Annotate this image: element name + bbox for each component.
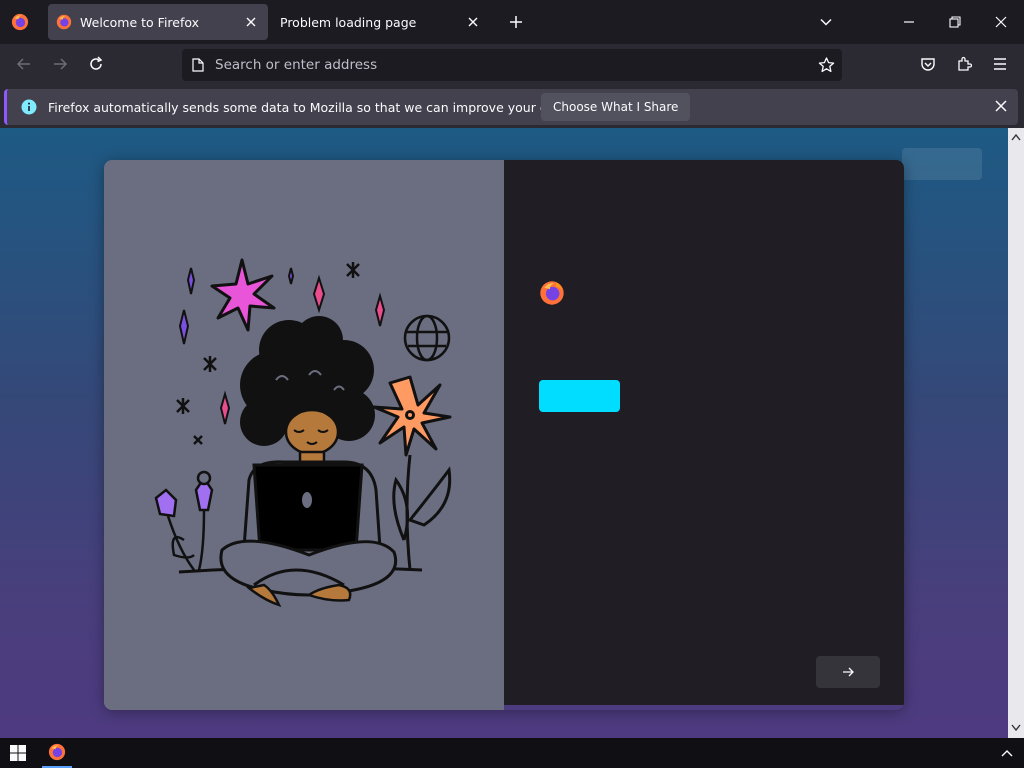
page-content [0, 128, 1008, 738]
new-tab-button[interactable] [502, 8, 530, 36]
primary-action-button[interactable] [539, 380, 620, 412]
extensions-button[interactable] [950, 50, 978, 78]
notification-message: Firefox automatically sends some data to… [48, 100, 614, 115]
page-icon [192, 58, 204, 72]
forward-arrow-icon [54, 58, 68, 70]
reload-button[interactable] [82, 50, 110, 78]
reload-icon [90, 56, 103, 70]
list-all-tabs-button[interactable] [812, 8, 840, 36]
taskbar-firefox[interactable] [42, 738, 72, 768]
address-input[interactable]: Search or enter address [215, 57, 377, 73]
close-icon[interactable] [466, 15, 480, 29]
back-button[interactable] [10, 50, 38, 78]
app-menu-button[interactable] [986, 50, 1014, 78]
next-button[interactable] [816, 656, 880, 688]
close-window-button[interactable] [984, 6, 1018, 38]
pocket-icon [921, 57, 935, 71]
chevron-up-icon[interactable] [1011, 133, 1021, 141]
hamburger-menu-icon [994, 58, 1006, 70]
chevron-up-icon [1001, 750, 1013, 757]
extensions-icon [958, 56, 972, 71]
onboarding-card [104, 160, 904, 710]
top-right-placeholder-button[interactable] [902, 148, 982, 180]
back-arrow-icon [16, 58, 30, 70]
close-icon[interactable] [995, 100, 1007, 112]
plus-icon [510, 16, 522, 28]
windows-start-icon [10, 745, 26, 761]
illustration-panel [104, 160, 504, 710]
restore-button[interactable] [938, 6, 972, 38]
minimize-icon [904, 21, 914, 23]
content-panel [504, 160, 904, 705]
chevron-down-icon[interactable] [1011, 724, 1021, 732]
chevron-down-icon [820, 18, 832, 26]
info-icon [21, 99, 37, 115]
minimize-button[interactable] [892, 6, 926, 38]
tab-title: Welcome to Firefox [80, 14, 200, 30]
notification-panel: Firefox automatically sends some data to… [4, 89, 1018, 125]
tab-problem-loading[interactable]: Problem loading page [270, 4, 490, 40]
firefox-view-button[interactable] [4, 6, 36, 38]
restore-icon [949, 16, 961, 28]
show-hidden-icons-button[interactable] [996, 742, 1018, 764]
tab-strip: Welcome to Firefox Problem loading page [0, 0, 1024, 44]
forward-button[interactable] [46, 50, 74, 78]
close-icon[interactable] [244, 15, 258, 29]
arrow-right-icon [843, 667, 854, 677]
tab-welcome[interactable]: Welcome to Firefox [48, 4, 268, 40]
firefox-icon [48, 743, 66, 761]
firefox-icon [11, 13, 29, 31]
notification-bar: Firefox automatically sends some data to… [0, 86, 1024, 128]
firefox-icon [540, 281, 564, 305]
os-taskbar [0, 738, 1024, 768]
star-icon[interactable] [818, 57, 835, 73]
start-button[interactable] [4, 741, 32, 765]
page-scrollbar[interactable] [1008, 128, 1024, 738]
navigation-toolbar: Search or enter address [0, 44, 1024, 86]
address-bar[interactable]: Search or enter address [182, 49, 842, 81]
firefox-icon [56, 14, 72, 30]
choose-what-i-share-button[interactable]: Choose What I Share [541, 93, 691, 121]
person-with-laptop-illustration [154, 258, 452, 608]
tab-title: Problem loading page [280, 14, 417, 30]
close-icon [995, 16, 1007, 28]
pocket-button[interactable] [914, 50, 942, 78]
